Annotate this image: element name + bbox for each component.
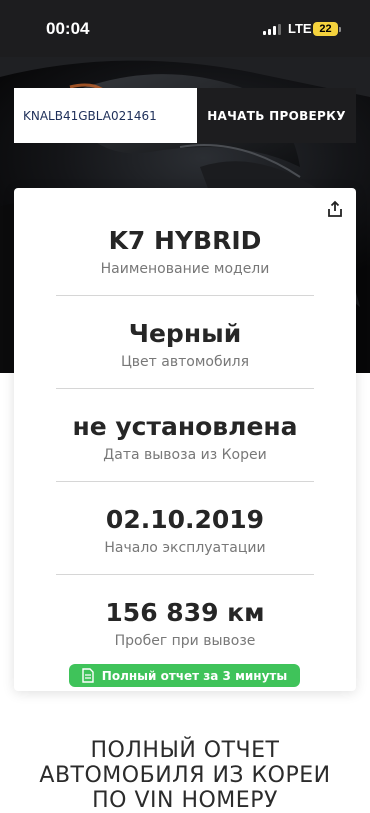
field-model: K7 HYBRID Наименование модели [56,226,314,296]
export-date-value: не установлена [72,412,298,441]
battery-cap [339,27,341,32]
field-mileage: 156 839 км Пробег при вывозе [56,598,314,658]
color-label: Цвет автомобиля [120,354,250,370]
battery-icon: 22 [313,22,338,36]
document-icon [82,668,94,683]
signal-icon [263,24,281,35]
mileage-value: 156 839 км [105,598,265,627]
network-type: LTE [288,21,312,36]
section-title-line: ПО VIN НОМЕРУ [92,788,278,813]
field-color: Черный Цвет автомобиля [56,319,314,389]
section-title: ПОЛНЫЙ ОТЧЕТ АВТОМОБИЛЯ ИЗ КОРЕИ ПО VIN … [0,738,370,813]
mileage-label: Пробег при вывозе [114,633,256,649]
section-title-line: ПОЛНЫЙ ОТЧЕТ [90,738,280,763]
start-check-button[interactable]: НАЧАТЬ ПРОВЕРКУ [197,88,356,143]
status-bar: 00:04 LTE 22 [0,0,370,57]
field-export-date: не установлена Дата вывоза из Кореи [56,412,314,482]
model-value: K7 HYBRID [108,226,262,255]
start-date-label: Начало эксплуатации [104,540,266,556]
color-value: Черный [128,319,242,348]
share-icon[interactable] [326,200,344,218]
vehicle-info-card: K7 HYBRID Наименование модели Черный Цве… [14,188,356,691]
field-start-date: 02.10.2019 Начало эксплуатации [56,505,314,575]
vin-input[interactable] [14,88,197,143]
full-report-badge[interactable]: Полный отчет за 3 минуты [69,664,300,687]
section-title-line: АВТОМОБИЛЯ ИЗ КОРЕИ [39,763,331,788]
start-date-value: 02.10.2019 [105,505,265,534]
full-report-label: Полный отчет за 3 минуты [101,668,288,683]
vin-search-form: НАЧАТЬ ПРОВЕРКУ [14,88,356,143]
status-time: 00:04 [46,19,90,38]
export-date-label: Дата вывоза из Кореи [103,447,267,463]
model-label: Наименование модели [100,261,270,277]
